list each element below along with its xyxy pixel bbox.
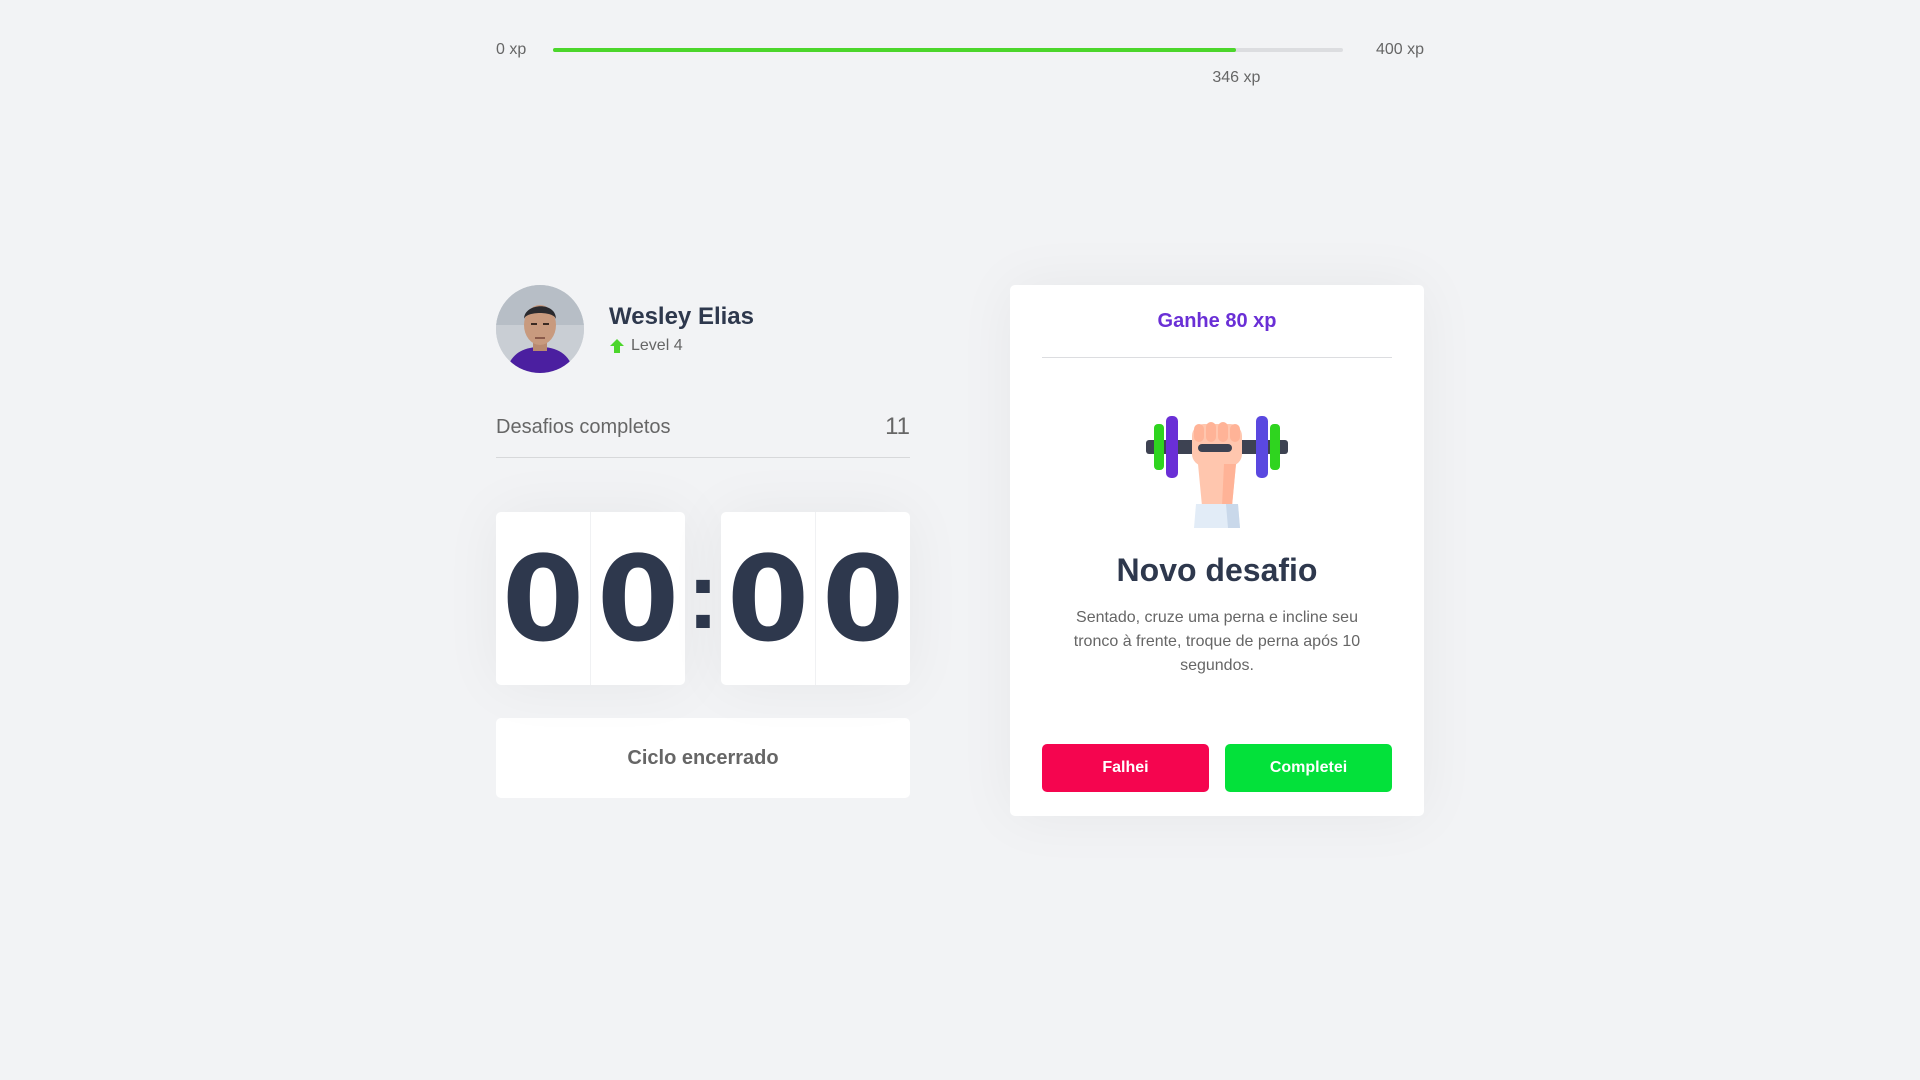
profile-info: Wesley Elias Level 4 xyxy=(609,302,754,356)
left-column: Wesley Elias Level 4 Desafios completos … xyxy=(496,285,910,798)
challenge-title: Novo desafio xyxy=(1116,552,1318,588)
xp-min-label: 0 xp xyxy=(496,41,527,58)
countdown-seconds: 0 0 xyxy=(721,512,910,685)
profile-level: Level 4 xyxy=(609,336,754,356)
completed-challenges: Desafios completos 11 xyxy=(496,413,910,458)
second-digit-ones: 0 xyxy=(815,512,910,685)
dumbbell-icon xyxy=(1146,416,1288,528)
countdown-separator: : xyxy=(687,541,719,649)
countdown-minutes: 0 0 xyxy=(496,512,685,685)
xp-fill xyxy=(553,48,1237,52)
experience-bar: 0 xp 346 xp 400 xp xyxy=(496,40,1424,100)
avatar xyxy=(496,285,584,373)
second-digit-tens: 0 xyxy=(726,529,810,668)
xp-current-label: 346 xp xyxy=(1212,69,1261,86)
countdown: 0 0 : 0 0 xyxy=(496,512,910,685)
xp-track: 346 xp xyxy=(553,48,1343,86)
challenge-body: Novo desafio Sentado, cruze uma perna e … xyxy=(1042,358,1392,694)
profile-name: Wesley Elias xyxy=(609,303,754,330)
level-label: Level 4 xyxy=(631,337,683,354)
minute-digit-tens: 0 xyxy=(501,529,585,668)
completed-count: 11 xyxy=(885,413,910,440)
completed-button[interactable]: Completei xyxy=(1225,744,1392,792)
challenge-description: Sentado, cruze uma perna e incline seu t… xyxy=(1073,609,1361,674)
challenge-actions: Falhei Completei xyxy=(1042,744,1392,792)
cycle-ended-button[interactable]: Ciclo encerrado xyxy=(496,718,910,798)
completed-label: Desafios completos xyxy=(496,415,671,438)
failed-button[interactable]: Falhei xyxy=(1042,744,1209,792)
challenge-card: Ganhe 80 xp Novo desafio Sentado, cruze … xyxy=(1010,285,1424,816)
avatar-image xyxy=(496,285,584,373)
challenge-reward: Ganhe 80 xp xyxy=(1042,285,1392,358)
level-up-arrow-icon xyxy=(610,339,624,353)
profile: Wesley Elias Level 4 xyxy=(496,285,910,373)
minute-digit-ones: 0 xyxy=(590,512,685,685)
xp-max-label: 400 xp xyxy=(1375,41,1424,58)
